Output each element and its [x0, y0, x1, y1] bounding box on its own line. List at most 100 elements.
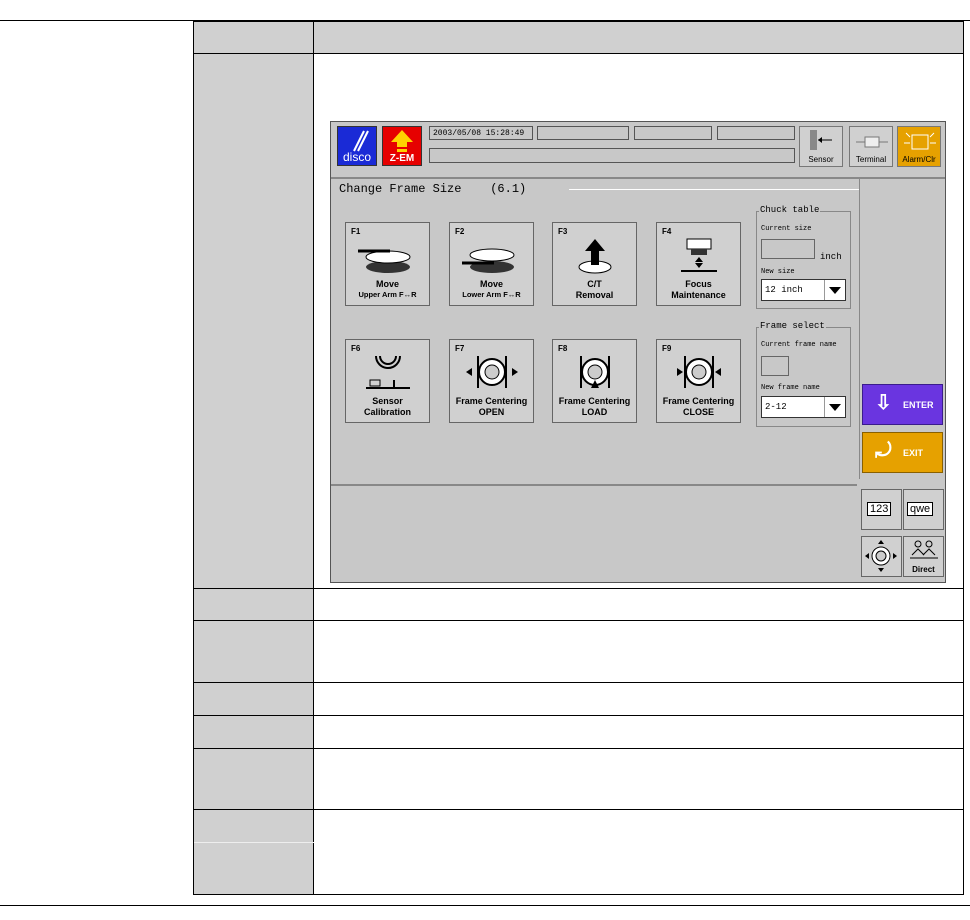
alarm-clear-button[interactable]: Alarm/Clr	[897, 126, 941, 167]
z-em-button[interactable]: Z-EM	[382, 126, 422, 166]
table-row	[194, 621, 963, 683]
cell-divider	[194, 842, 314, 843]
f6-sensor-calibration-button[interactable]: F6 Sensor Calibration	[345, 339, 430, 423]
label-cell	[194, 589, 314, 620]
status-field-3	[717, 126, 795, 140]
table-header-row	[194, 22, 963, 54]
sensor-calibration-icon	[366, 355, 410, 389]
chevron-down-icon	[824, 280, 845, 300]
chuck-table-title: Chuck table	[759, 205, 821, 215]
f4-label-1: Focus	[685, 279, 712, 289]
f8-label-2: LOAD	[581, 407, 608, 417]
new-frame-value: 2-12	[765, 402, 787, 412]
label-cell	[194, 621, 314, 682]
f9-label-1: Frame Centering	[662, 396, 735, 406]
f8-label-1: Frame Centering	[558, 396, 631, 406]
sensor-button[interactable]: Sensor	[799, 126, 843, 167]
title-text: Change Frame Size	[339, 182, 462, 196]
exit-u-turn-icon: ⤾	[875, 440, 892, 462]
current-frame-field	[761, 356, 789, 376]
f9-label-2: CLOSE	[682, 407, 714, 417]
focus-icon	[681, 238, 717, 272]
terminal-button[interactable]: Terminal	[849, 126, 893, 167]
inch-unit: inch	[820, 252, 842, 262]
sensor-icon	[810, 130, 832, 150]
f3-label-1: C/T	[587, 279, 602, 289]
current-size-field	[761, 239, 815, 259]
page-title: Change Frame Size (6.1)	[339, 182, 526, 196]
f6-label-1: Sensor	[372, 396, 403, 406]
message-field	[429, 148, 795, 163]
f1-move-upper-arm-button[interactable]: F1 Move Upper Arm F↔R	[345, 222, 430, 306]
f2-label-1: Move	[479, 279, 503, 289]
title-underline	[569, 189, 859, 190]
f7-key: F7	[455, 344, 465, 353]
alarm-label: Alarm/Clr	[902, 155, 936, 164]
new-size-label: New size	[761, 268, 795, 276]
current-frame-label: Current frame name	[761, 341, 837, 349]
frame-load-icon	[580, 356, 610, 388]
chuck-table-removal-icon	[578, 239, 612, 274]
sensor-label: Sensor	[808, 155, 834, 164]
exit-button[interactable]: ⤾ EXIT	[862, 432, 943, 473]
f9-frame-centering-close-button[interactable]: F9 Frame Centering CLOSE	[656, 339, 741, 423]
new-size-select[interactable]: 12 inch	[761, 279, 846, 301]
alpha-keyboard-button[interactable]: qwe	[903, 489, 944, 530]
disco-logo-text: disco	[342, 150, 371, 164]
frame-open-icon	[466, 356, 518, 388]
header-label-cell	[194, 22, 314, 53]
enter-arrow-icon: ⇩	[875, 392, 892, 414]
f8-frame-centering-load-button[interactable]: F8 Frame Centering LOAD	[552, 339, 637, 423]
terminal-label: Terminal	[855, 155, 887, 164]
f3-ct-removal-button[interactable]: F3 C/T Removal	[552, 222, 637, 306]
table-row	[194, 749, 963, 810]
frame-close-icon	[677, 356, 721, 388]
f8-key: F8	[558, 344, 568, 353]
label-cell	[194, 683, 314, 715]
direct-button[interactable]: Direct	[903, 536, 944, 577]
f2-label-2: Lower Arm F↔R	[462, 290, 521, 299]
terminal-icon	[856, 136, 888, 148]
exit-label: EXIT	[903, 448, 924, 458]
chevron-down-icon	[824, 397, 845, 417]
right-divider	[859, 179, 860, 479]
machine-screen: disco Z-EM 2003/05/08 15:28:49 Sensor Te…	[330, 121, 946, 583]
lower-arm-icon	[462, 248, 515, 273]
table-row	[194, 810, 963, 894]
table-row	[194, 716, 963, 749]
chuck-table-group: Chuck table Current size inch New size 1…	[756, 205, 851, 309]
f2-move-lower-arm-button[interactable]: F2 Move Lower Arm F↔R	[449, 222, 534, 306]
datetime-field: 2003/05/08 15:28:49	[429, 126, 533, 140]
alarm-icon	[904, 132, 936, 150]
disco-logo: disco	[337, 126, 377, 166]
f1-key: F1	[351, 227, 361, 236]
table-row	[194, 589, 963, 621]
cursor-move-button[interactable]	[861, 536, 902, 577]
numeric-label: 123	[867, 502, 892, 516]
f7-frame-centering-open-button[interactable]: F7 Frame Centering OPEN	[449, 339, 534, 423]
f6-key: F6	[351, 344, 361, 353]
f1-label-1: Move	[375, 279, 399, 289]
top-bar: disco Z-EM 2003/05/08 15:28:49 Sensor Te…	[331, 122, 945, 179]
new-frame-select[interactable]: 2-12	[761, 396, 846, 418]
label-cell	[194, 810, 314, 894]
f9-key: F9	[662, 344, 672, 353]
label-cell	[194, 749, 314, 809]
frame-select-title: Frame select	[759, 321, 826, 331]
label-cell	[194, 716, 314, 748]
enter-label: ENTER	[903, 400, 934, 410]
status-field-1	[537, 126, 629, 140]
f7-label-2: OPEN	[478, 407, 505, 417]
new-size-value: 12 inch	[765, 285, 803, 295]
f4-focus-maintenance-button[interactable]: F4 Focus Maintenance	[656, 222, 741, 306]
numeric-keypad-button[interactable]: 123	[861, 489, 902, 530]
f3-label-2: Removal	[575, 290, 614, 300]
f3-key: F3	[558, 227, 568, 236]
z-em-label: Z-EM	[389, 153, 415, 164]
direct-label: Direct	[912, 565, 935, 574]
new-frame-label: New frame name	[761, 384, 820, 392]
enter-button[interactable]: ⇩ ENTER	[862, 384, 943, 425]
message-area	[331, 484, 857, 583]
bottom-rule	[0, 905, 970, 906]
f2-key: F2	[455, 227, 465, 236]
